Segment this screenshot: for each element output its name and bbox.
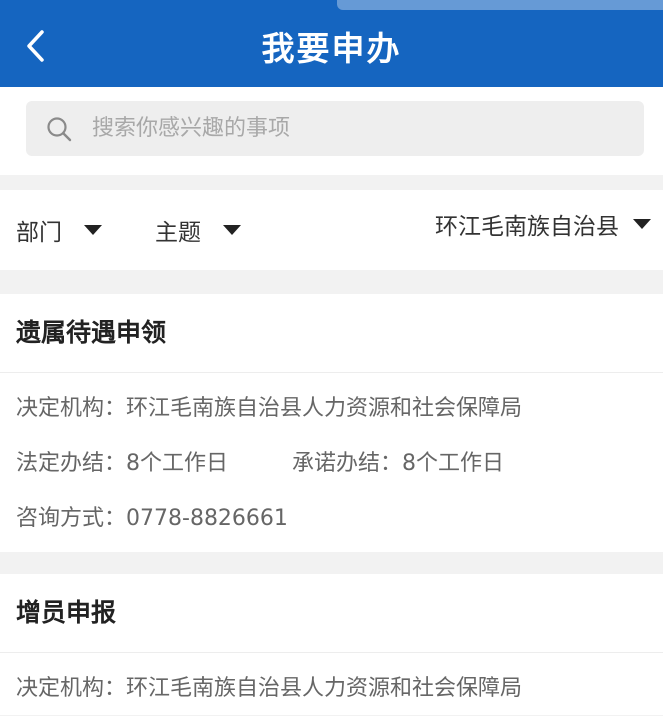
item-title: 遗属待遇申领 bbox=[0, 294, 663, 373]
org-label: 决定机构： bbox=[16, 396, 127, 421]
topic-filter[interactable]: 主题 bbox=[155, 190, 241, 270]
item-contact-row: 咨询方式：0778-8826661 bbox=[0, 491, 663, 546]
caret-down-icon bbox=[223, 225, 241, 235]
contact-label: 咨询方式： bbox=[16, 506, 127, 531]
item-org-row: 决定机构：环江毛南族自治县人力资源和社会保障局 bbox=[0, 381, 663, 436]
caret-down-icon bbox=[633, 219, 651, 229]
org-label: 决定机构： bbox=[16, 676, 127, 701]
page-title: 我要申办 bbox=[261, 29, 402, 68]
item-title: 增员申报 bbox=[0, 574, 663, 653]
filter-bar: 部门 主题 环江毛南族自治县 bbox=[0, 190, 663, 270]
list-item[interactable]: 遗属待遇申领 决定机构：环江毛南族自治县人力资源和社会保障局 法定办结：8个工作… bbox=[0, 294, 663, 552]
region-filter-label: 环江毛南族自治县 bbox=[435, 214, 619, 240]
department-filter-label: 部门 bbox=[16, 220, 62, 246]
search-icon bbox=[46, 114, 76, 144]
legal-label: 法定办结： bbox=[16, 451, 127, 476]
item-deadline-row: 法定办结：8个工作日 承诺办结：8个工作日 bbox=[0, 436, 663, 491]
status-overlay bbox=[337, 0, 663, 10]
legal-value: 8个工作日 bbox=[126, 451, 229, 476]
search-bar[interactable] bbox=[26, 101, 644, 156]
topic-filter-label: 主题 bbox=[155, 220, 201, 246]
contact-value: 0778-8826661 bbox=[126, 506, 288, 531]
search-input[interactable] bbox=[90, 115, 614, 142]
org-value: 环江毛南族自治县人力资源和社会保障局 bbox=[126, 396, 523, 421]
app-header: 我要申办 bbox=[0, 0, 663, 87]
caret-down-icon bbox=[84, 225, 102, 235]
org-value: 环江毛南族自治县人力资源和社会保障局 bbox=[126, 676, 523, 701]
list-item[interactable]: 增员申报 决定机构：环江毛南族自治县人力资源和社会保障局 bbox=[0, 574, 663, 715]
department-filter[interactable]: 部门 bbox=[16, 190, 102, 270]
promise-value: 8个工作日 bbox=[402, 451, 505, 476]
search-section bbox=[0, 87, 663, 175]
promise-label: 承诺办结： bbox=[292, 451, 403, 476]
region-filter[interactable]: 环江毛南族自治县 bbox=[435, 184, 651, 264]
item-org-row: 决定机构：环江毛南族自治县人力资源和社会保障局 bbox=[0, 661, 663, 716]
